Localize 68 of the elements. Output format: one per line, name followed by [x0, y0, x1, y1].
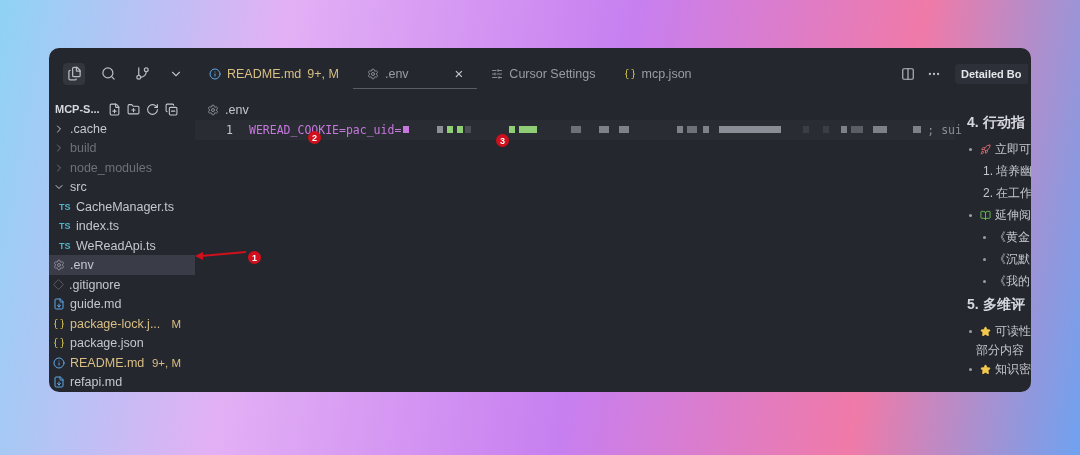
- file-tree-item[interactable]: package.json: [49, 333, 195, 353]
- refresh-icon[interactable]: [145, 102, 159, 116]
- list-text: 知识密: [995, 360, 1031, 378]
- file-tree-item[interactable]: src: [49, 177, 195, 197]
- code-text: ; sui: [927, 123, 962, 137]
- bullet-dot: [983, 257, 986, 261]
- star-icon: [980, 363, 991, 375]
- list-text: 《我的: [994, 272, 1030, 290]
- braces-icon: [53, 337, 65, 350]
- list-text: 立即可: [995, 140, 1031, 158]
- bullet-dot: [969, 213, 972, 217]
- file-tree-item[interactable]: refapi.md: [49, 372, 195, 392]
- editor-tab[interactable]: README.md 9+, M: [195, 59, 353, 89]
- breadcrumb[interactable]: .env: [225, 103, 249, 117]
- sliders-icon: [491, 67, 504, 80]
- download-file-icon: [53, 376, 65, 389]
- section-heading: 5. 多维评: [967, 296, 1026, 314]
- split-editor-icon[interactable]: [901, 67, 915, 81]
- list-text: 部分内容: [976, 341, 1024, 359]
- bullet-dot: [969, 329, 972, 333]
- list-text: 可读性: [995, 322, 1031, 340]
- braces-icon: [623, 67, 636, 80]
- list-text: 《黄金: [994, 228, 1030, 246]
- editor-tab[interactable]: mcp.json: [609, 59, 706, 89]
- arrow-drawing: [193, 248, 249, 262]
- section-heading: 4. 行动指: [967, 114, 1026, 132]
- file-tree-item[interactable]: .env: [49, 255, 195, 275]
- info-icon: [209, 67, 221, 80]
- file-tree-item[interactable]: guide.md: [49, 294, 195, 314]
- collapse-icon[interactable]: [164, 102, 178, 116]
- list-text: 延伸阅: [995, 206, 1031, 224]
- diamond-icon: [53, 279, 64, 291]
- gear-icon: [366, 67, 379, 80]
- file-tree-item[interactable]: .gitignore: [49, 274, 195, 295]
- new-folder-icon[interactable]: [126, 102, 140, 116]
- new-file-icon[interactable]: [107, 102, 121, 116]
- annotation-marker: 1: [248, 251, 261, 264]
- book-icon: [980, 209, 991, 221]
- list-text: 2. 在工作: [983, 184, 1031, 202]
- gear-icon: [53, 259, 65, 272]
- file-tree-item[interactable]: .cache: [49, 118, 195, 139]
- file-type-label: TS: [59, 221, 71, 232]
- file-tree-item[interactable]: TS CacheManager.ts: [49, 196, 195, 217]
- files-icon[interactable]: [63, 62, 85, 85]
- file-type-label: TS: [59, 201, 71, 212]
- download-file-icon: [53, 298, 65, 311]
- file-tree-item[interactable]: TS WeReadApi.ts: [49, 235, 195, 256]
- bullet-dot: [969, 147, 972, 151]
- info-icon: [53, 356, 65, 369]
- bullet-dot: [969, 367, 972, 371]
- explorer-title: MCP-S...: [55, 103, 100, 116]
- braces-icon: [53, 317, 65, 330]
- bullet-dot: [983, 235, 986, 239]
- gear-icon: [207, 104, 219, 116]
- rocket-icon: [980, 143, 991, 155]
- file-tree-item[interactable]: README.md 9+, M: [49, 352, 195, 373]
- line-number: 1: [225, 123, 234, 137]
- file-type-label: TS: [59, 240, 71, 251]
- panel-tab[interactable]: Detailed Bo: [955, 64, 1028, 84]
- editor-tab[interactable]: Cursor Settings: [477, 59, 610, 89]
- file-tree-item[interactable]: package-lock.j... M: [49, 313, 195, 334]
- list-text: 《沉默: [994, 250, 1030, 268]
- file-tree-item[interactable]: TS index.ts: [49, 216, 195, 236]
- bullet-dot: [983, 279, 986, 283]
- star-icon: [980, 325, 991, 337]
- list-text: 1. 培养幽: [983, 162, 1031, 180]
- editor-tab[interactable]: .env ×: [352, 59, 478, 89]
- close-icon[interactable]: ×: [454, 65, 464, 82]
